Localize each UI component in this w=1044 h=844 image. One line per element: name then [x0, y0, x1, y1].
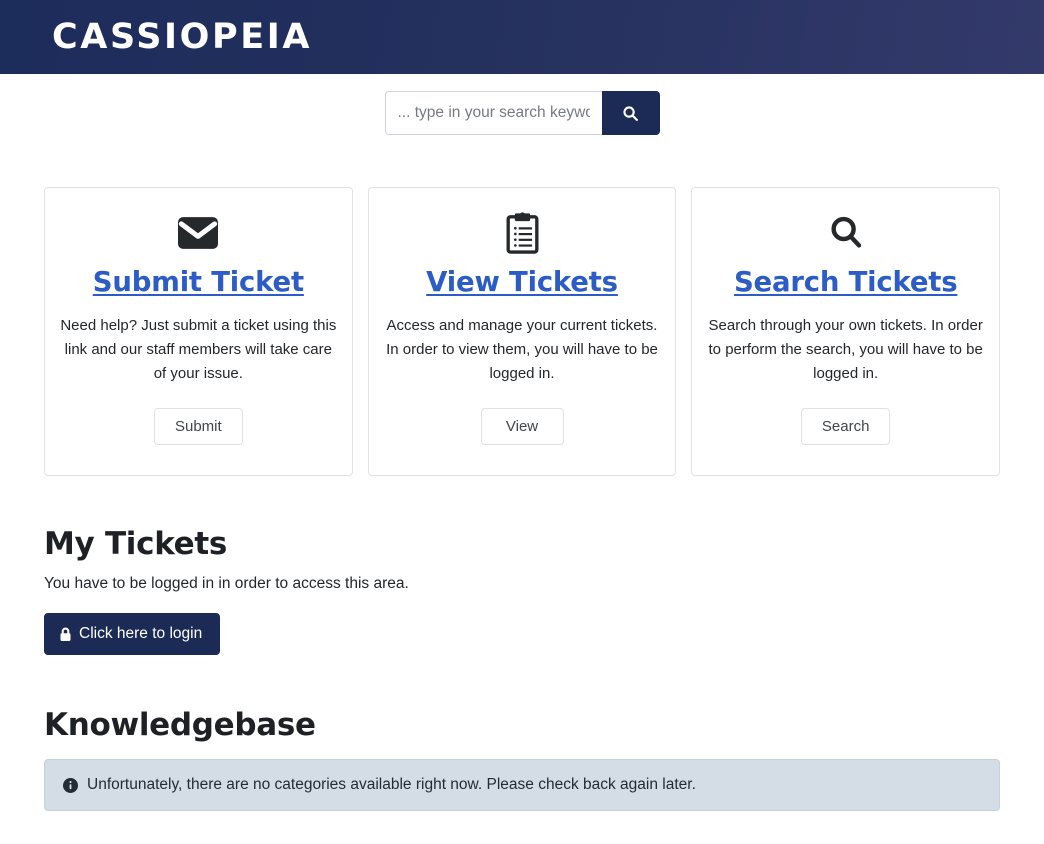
- card-submit-ticket-text: Need help? Just submit a ticket using th…: [60, 317, 337, 382]
- login-button[interactable]: Click here to login: [44, 613, 221, 655]
- login-button-label: Click here to login: [79, 625, 203, 642]
- knowledgebase-title: Knowledgebase: [44, 707, 316, 743]
- info-circle-icon: [63, 777, 78, 793]
- search-submit-button[interactable]: [601, 91, 660, 135]
- card-view-tickets-text: Access and manage your current tickets. …: [386, 317, 658, 382]
- search-icon: [827, 210, 865, 256]
- feature-cards: Submit Ticket Need help? Just submit a t…: [0, 135, 1044, 476]
- search-row: [0, 74, 1044, 135]
- card-submit-ticket: Submit Ticket Need help? Just submit a t…: [44, 187, 353, 476]
- lock-icon: [59, 627, 72, 642]
- card-search-tickets: Search Tickets Search through your own t…: [691, 187, 1001, 476]
- clipboard-list-icon: [506, 210, 539, 256]
- card-submit-ticket-link[interactable]: Submit Ticket: [93, 266, 304, 298]
- my-tickets-text: You have to be logged in in order to acc…: [44, 575, 409, 592]
- envelope-icon: [178, 210, 219, 256]
- my-tickets-title: My Tickets: [44, 526, 228, 562]
- card-search-tickets-text: Search through your own tickets. In orde…: [708, 317, 983, 382]
- card-search-tickets-link[interactable]: Search Tickets: [734, 266, 958, 298]
- knowledgebase-alert-text: Unfortunately, there are no categories a…: [87, 776, 696, 793]
- site-header: CASSIOPEIA: [0, 0, 1044, 74]
- card-view-tickets: View Tickets Access and manage your curr…: [367, 187, 677, 476]
- submit-button[interactable]: Submit: [153, 408, 243, 445]
- search-button[interactable]: Search: [800, 408, 891, 445]
- knowledgebase-section: Knowledgebase Unfortunately, there are n…: [0, 707, 1044, 811]
- search-form: [384, 91, 660, 135]
- search-icon: [622, 105, 639, 122]
- brand-logo[interactable]: CASSIOPEIA: [52, 19, 312, 55]
- card-view-tickets-link[interactable]: View Tickets: [426, 266, 618, 298]
- view-button[interactable]: View: [480, 408, 564, 445]
- my-tickets-section: My Tickets You have to be logged in in o…: [0, 526, 1044, 655]
- search-input[interactable]: [384, 91, 602, 135]
- knowledgebase-empty-alert: Unfortunately, there are no categories a…: [44, 759, 1000, 811]
